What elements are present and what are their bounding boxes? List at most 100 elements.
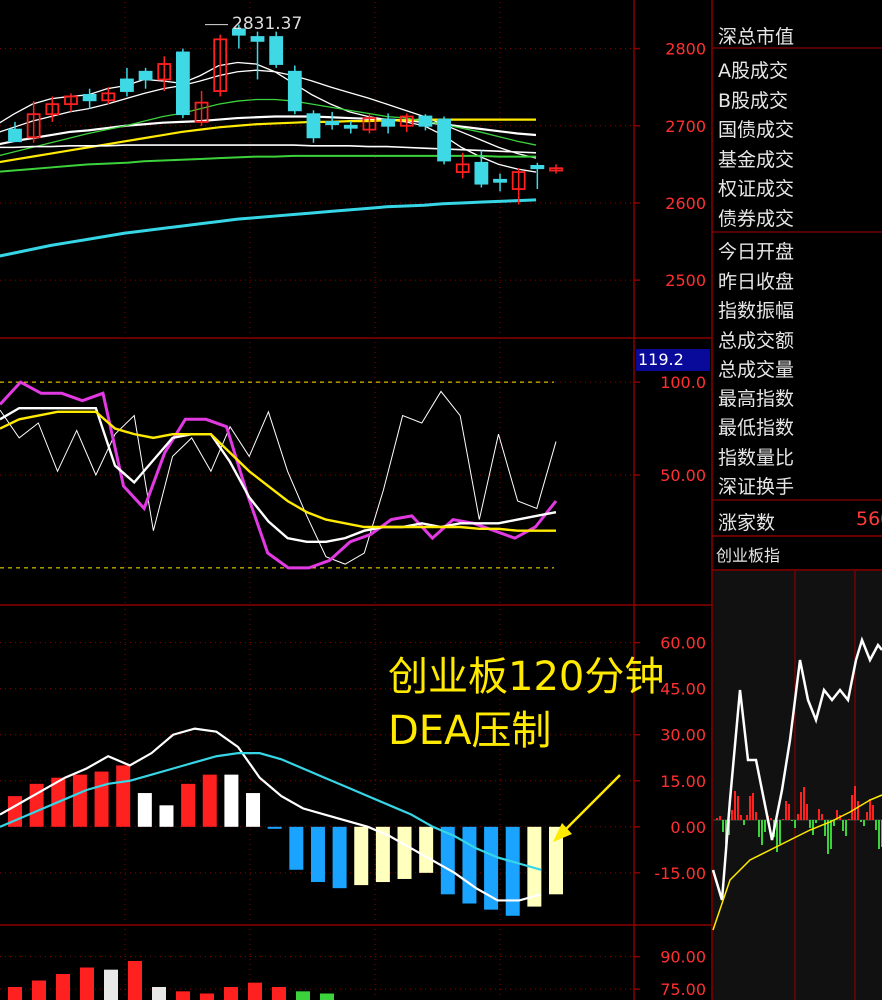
sidebar-item: 昨日收盘 — [718, 271, 795, 293]
candle-body — [8, 128, 22, 143]
y-tick-label: 75.00 — [660, 980, 706, 999]
vol-bar — [152, 987, 166, 1000]
candle-body — [269, 36, 284, 65]
arrow-shaft — [559, 774, 621, 836]
mini-bar — [788, 804, 790, 820]
vol-bar — [248, 982, 262, 1000]
y-tick-label: 50.00 — [660, 466, 706, 485]
mini-bar — [761, 820, 763, 845]
sidebar-item: 指数振幅 — [718, 300, 795, 322]
mini-bar — [782, 819, 784, 820]
candle-body — [250, 36, 265, 42]
y-tick-label: -15.00 — [654, 864, 706, 883]
mini-bar — [809, 820, 811, 828]
mini-bar — [752, 793, 754, 820]
candle-body — [138, 70, 153, 81]
annotation-line2: DEA压制 — [388, 708, 552, 754]
sidebar-item: 基金成交 — [718, 149, 795, 171]
macd-bar — [354, 826, 369, 886]
candle-body — [474, 161, 489, 185]
candle-body — [343, 124, 358, 129]
annotation-line1: 创业板120分钟 — [388, 654, 665, 700]
candle-body — [437, 118, 451, 162]
mini-bar — [770, 818, 772, 820]
mini-bar — [797, 814, 799, 820]
sidebar-item: 债券成交 — [718, 208, 795, 230]
candle-body — [381, 118, 396, 127]
vol-bar — [80, 967, 94, 1000]
y-tick-label: 100.0 — [660, 373, 706, 392]
macd-bar — [397, 826, 412, 879]
mini-bar — [764, 820, 766, 832]
macd-bar — [116, 765, 131, 827]
candle-body — [306, 113, 321, 139]
candle-body — [418, 115, 433, 127]
mini-bar — [815, 820, 817, 823]
sidebar-item: 最高指数 — [718, 388, 795, 410]
macd-bar — [137, 793, 152, 827]
sidebar-item: 总成交额 — [718, 330, 795, 352]
y-tick-label: 60.00 — [660, 634, 706, 653]
vol-bar — [320, 993, 334, 1000]
vol-bar — [176, 991, 190, 1000]
vol-bar — [296, 991, 310, 1000]
vol-bar — [200, 993, 214, 1000]
ma-line — [0, 154, 536, 173]
mini-bar — [806, 804, 808, 820]
vol-bar — [104, 969, 118, 1000]
mini-bar — [827, 820, 829, 854]
macd-bar — [440, 826, 455, 895]
mini-bar — [860, 820, 862, 822]
mini-bar — [737, 796, 739, 820]
mini-chart-title: 创业板指 — [716, 546, 781, 565]
macd-bar — [224, 774, 239, 827]
mini-bar — [818, 809, 820, 820]
macd-bar — [419, 826, 434, 873]
mini-bar — [740, 815, 742, 820]
sidebar-item: 今日开盘 — [718, 241, 795, 263]
y-tick-label: 45.00 — [660, 680, 706, 699]
kdj-line — [0, 410, 556, 532]
mini-bar — [863, 820, 865, 826]
vol-bar — [128, 961, 142, 1000]
kdj-line — [0, 390, 557, 565]
mini-bar — [869, 799, 871, 820]
macd-bar — [332, 826, 347, 889]
mini-bar — [854, 786, 856, 820]
vol-bar — [32, 980, 46, 1000]
mini-bar — [743, 820, 745, 825]
kdj-line — [0, 380, 558, 570]
sidebar-item: 涨家数 — [718, 512, 776, 534]
vol-bar — [272, 987, 286, 1000]
mini-bar — [812, 820, 814, 835]
mini-bar — [734, 791, 736, 820]
candle-body — [530, 164, 545, 170]
ma-line — [0, 115, 537, 146]
mini-bar — [719, 816, 721, 820]
y-tick-label: 2800 — [665, 40, 706, 59]
y-tick-label: 30.00 — [660, 726, 706, 745]
vol-bar — [56, 974, 70, 1000]
y-tick-label: 15.00 — [660, 772, 706, 791]
rise-count-value: 560 — [856, 508, 882, 530]
mini-bar — [746, 815, 748, 820]
sidebar-item: 权证成交 — [718, 178, 795, 200]
sidebar-item: 深总市值 — [718, 26, 795, 48]
macd-bar — [267, 826, 282, 829]
mini-bar — [803, 787, 805, 820]
price-high-label: 2831.37 — [232, 14, 303, 34]
mini-bar — [722, 820, 724, 832]
mini-bar — [824, 820, 826, 836]
macd-bar — [202, 774, 217, 827]
macd-bar — [246, 793, 261, 827]
candle-body — [82, 93, 97, 102]
sidebar-item: 总成交量 — [718, 359, 795, 381]
mini-bar — [857, 801, 859, 820]
mini-bar — [848, 819, 850, 820]
sidebar-item: B股成交 — [718, 90, 789, 112]
sidebar-item: 最低指数 — [718, 417, 795, 439]
macd-bar — [462, 826, 477, 904]
y-tick-label: 2700 — [665, 117, 706, 136]
mini-bar — [872, 805, 874, 820]
ma-line — [0, 198, 537, 258]
